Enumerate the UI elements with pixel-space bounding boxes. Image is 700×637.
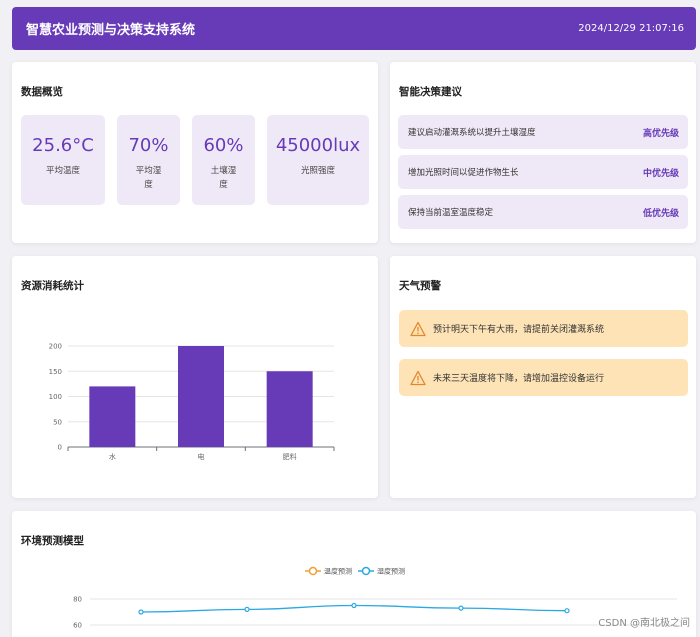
weather-alert-card: 天气预警 预计明天下午有大雨，请提前关闭灌溉系统 未来三天温度将下降，请增加温控…: [390, 256, 696, 498]
stat-label: 光照强度: [300, 166, 335, 176]
stat-label: 土壤湿度: [210, 166, 237, 190]
advice-text: 保持当前温室温度稳定: [408, 208, 494, 218]
data-point: [351, 602, 357, 609]
alert-text: 预计明天下午有大雨，请提前关闭灌溉系统: [433, 325, 605, 335]
legend-marker: [361, 566, 371, 576]
clock-time: 2024/12/29 21:07:16: [578, 23, 684, 34]
advice-text: 建议启动灌溉系统以提升土壤湿度: [408, 128, 536, 138]
advice-text: 增加光照时间以促进作物生长: [408, 168, 519, 178]
x-tick-label: 肥料: [283, 452, 297, 461]
legend-label: 温度预测: [324, 567, 352, 576]
card-title: 数据概览: [21, 86, 63, 98]
stat-card-light: 45000lux 光照强度: [267, 115, 369, 205]
bar: [178, 346, 224, 447]
y-tick-label: 80: [73, 596, 82, 604]
card-title: 智能决策建议: [399, 86, 462, 98]
data-overview-card: 数据概览 25.6°C 平均温度 70% 平均湿度 60% 土壤湿度 45000…: [12, 62, 378, 243]
priority-badge: 高优先级: [642, 128, 679, 139]
stat-value: 25.6°C: [32, 135, 94, 156]
stat-value: 70%: [128, 135, 169, 156]
stat-value: 60%: [203, 135, 244, 156]
legend-label: 湿度预测: [377, 567, 405, 576]
y-tick-label: 150: [49, 368, 62, 376]
app-title: 智慧农业预测与决策支持系统: [26, 23, 196, 38]
data-point: [564, 608, 570, 614]
stat-label: 平均湿度: [135, 166, 162, 190]
stat-label: 平均温度: [45, 166, 80, 176]
data-point: [458, 605, 464, 611]
legend-marker: [308, 566, 318, 576]
card-title: 天气预警: [399, 280, 441, 292]
weather-alert: 未来三天温度将下降，请增加温控设备运行: [399, 359, 688, 396]
data-point: [138, 609, 144, 615]
alert-text: 未来三天温度将下降，请增加温控设备运行: [433, 374, 605, 384]
x-tick-label: 电: [198, 452, 205, 461]
y-tick-label: 0: [58, 444, 62, 452]
stat-value: 45000lux: [275, 135, 361, 156]
y-tick-label: 50: [53, 418, 62, 426]
advice-item[interactable]: 增加光照时间以促进作物生长 中优先级: [398, 155, 688, 189]
resource-bar-chart: 0 50 100 150 200 水 电 肥料: [49, 343, 335, 461]
y-tick-label: 200: [49, 343, 62, 351]
advice-item[interactable]: 保持当前温室温度稳定 低优先级: [398, 195, 688, 229]
y-tick-label: 100: [49, 393, 62, 401]
watermark: CSDN @南北极之间: [598, 618, 690, 629]
decision-advice-card: 智能决策建议 建议启动灌溉系统以提升土壤湿度 高优先级 增加光照时间以促进作物生…: [390, 62, 696, 243]
weather-alert: 预计明天下午有大雨，请提前关闭灌溉系统: [399, 310, 688, 347]
environment-model-card: 环境预测模型 温度预测 湿度预测 60 80: [12, 511, 696, 637]
stat-card-temperature: 25.6°C 平均温度: [21, 115, 105, 205]
resource-usage-card: 资源消耗统计 0 50 100 150 200 水电肥料: [12, 256, 378, 498]
app-header: 智慧农业预测与决策支持系统 2024/12/29 21:07:16: [12, 7, 696, 50]
stat-card-humidity: 70% 平均湿度: [117, 115, 180, 205]
advice-item[interactable]: 建议启动灌溉系统以提升土壤湿度 高优先级: [398, 115, 688, 149]
prediction-line-chart: 温度预测 湿度预测 60 80: [73, 566, 677, 630]
stat-card-soil-moisture: 60% 土壤湿度: [192, 115, 255, 205]
bar: [89, 386, 136, 447]
y-tick-label: 60: [73, 622, 82, 630]
priority-badge: 中优先级: [642, 168, 679, 179]
bar: [266, 371, 313, 447]
data-point: [244, 606, 250, 613]
warning-icon: [410, 321, 426, 336]
warning-icon: [410, 370, 426, 385]
priority-badge: 低优先级: [642, 208, 679, 219]
x-tick-label: 水: [109, 452, 116, 461]
